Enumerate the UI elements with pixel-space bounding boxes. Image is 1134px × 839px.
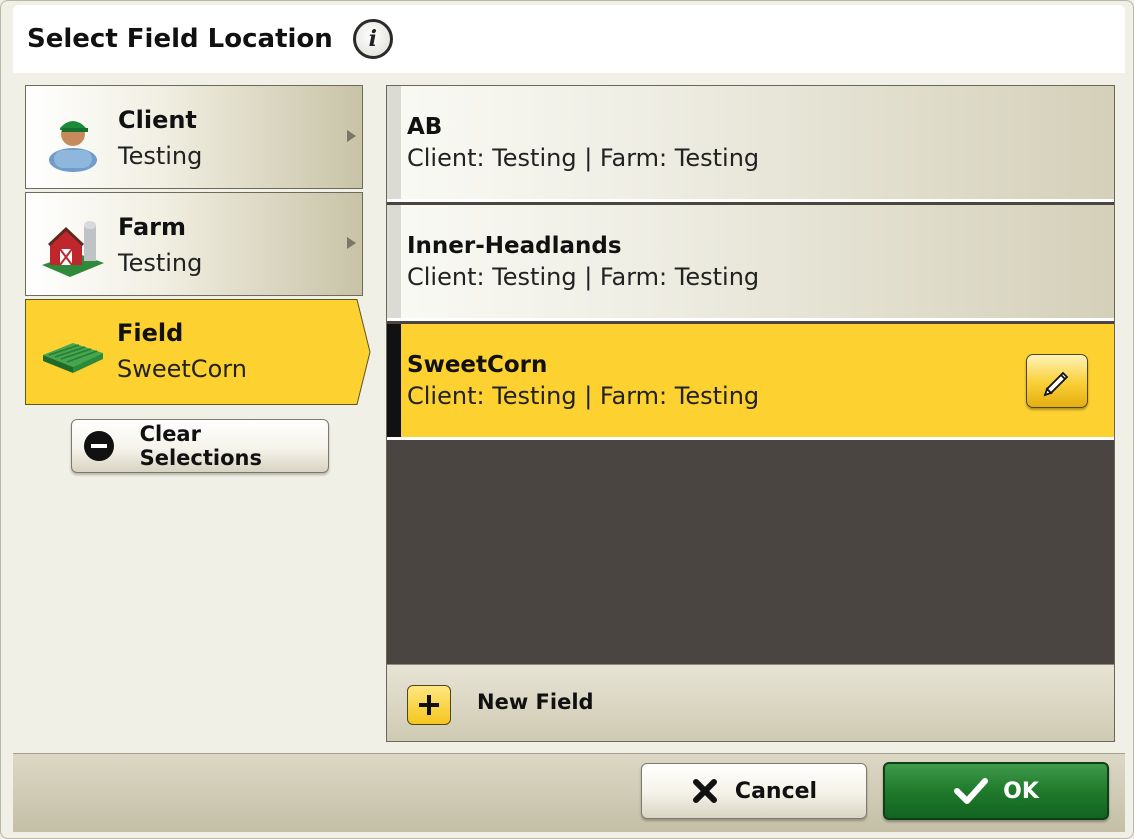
nav-item-value: Testing — [118, 249, 203, 277]
nav-item-value: SweetCorn — [117, 355, 247, 383]
field-details: Client: Testing | Farm: Testing — [407, 382, 760, 410]
dialog-content: Client Testing Farm Testing Field SweetC… — [13, 73, 1125, 753]
new-field-button[interactable] — [407, 685, 451, 725]
row-edge — [387, 205, 401, 318]
clear-selections-label: Clear Selections — [139, 422, 262, 470]
dialog-header: Select Field Location i — [13, 5, 1125, 74]
nav-item-client[interactable]: Client Testing — [25, 85, 363, 189]
ok-label: OK — [1003, 778, 1039, 804]
ok-button[interactable]: OK — [883, 762, 1109, 820]
info-icon[interactable]: i — [352, 19, 393, 59]
clear-selections-button[interactable]: Clear Selections — [71, 419, 329, 473]
nav-item-farm[interactable]: Farm Testing — [25, 192, 363, 296]
nav-item-label: Client — [118, 106, 197, 134]
cancel-button[interactable]: Cancel — [641, 763, 867, 819]
plus-icon — [419, 695, 439, 715]
chevron-right-icon — [347, 237, 356, 249]
page-title: Select Field Location — [27, 24, 333, 54]
select-field-location-dialog: Select Field Location i Client Testing F… — [0, 0, 1134, 839]
checkmark-icon — [954, 778, 989, 804]
nav-item-field[interactable]: Field SweetCorn — [25, 299, 371, 405]
field-list: AB Client: Testing | Farm: Testing Inner… — [386, 85, 1115, 742]
new-field-label[interactable]: New Field — [477, 690, 594, 714]
cancel-label: Cancel — [734, 778, 818, 804]
field-name: Inner-Headlands — [407, 233, 622, 259]
nav-item-label: Farm — [118, 213, 187, 241]
field-details: Client: Testing | Farm: Testing — [407, 144, 760, 172]
dialog-footer: Cancel OK — [13, 753, 1125, 832]
list-item[interactable]: Inner-Headlands Client: Testing | Farm: … — [387, 205, 1114, 321]
row-edge — [387, 86, 401, 199]
row-edge — [387, 324, 401, 437]
field-name: SweetCorn — [407, 352, 548, 378]
field-name: AB — [407, 114, 443, 140]
list-footer: New Field — [387, 664, 1114, 741]
field-icon — [43, 343, 103, 373]
nav-item-label: Field — [117, 319, 184, 347]
edit-button[interactable] — [1026, 354, 1088, 408]
list-item[interactable]: AB Client: Testing | Farm: Testing — [387, 86, 1114, 202]
list-item-selected[interactable]: SweetCorn Client: Testing | Farm: Testin… — [387, 324, 1114, 440]
field-details: Client: Testing | Farm: Testing — [407, 263, 760, 291]
close-icon — [692, 779, 717, 803]
pencil-icon — [1043, 371, 1069, 397]
client-person-icon — [49, 121, 97, 172]
farm-barn-icon — [42, 221, 104, 277]
nav-item-value: Testing — [118, 142, 203, 170]
chevron-right-icon — [347, 130, 356, 142]
minus-circle-icon — [84, 431, 114, 461]
